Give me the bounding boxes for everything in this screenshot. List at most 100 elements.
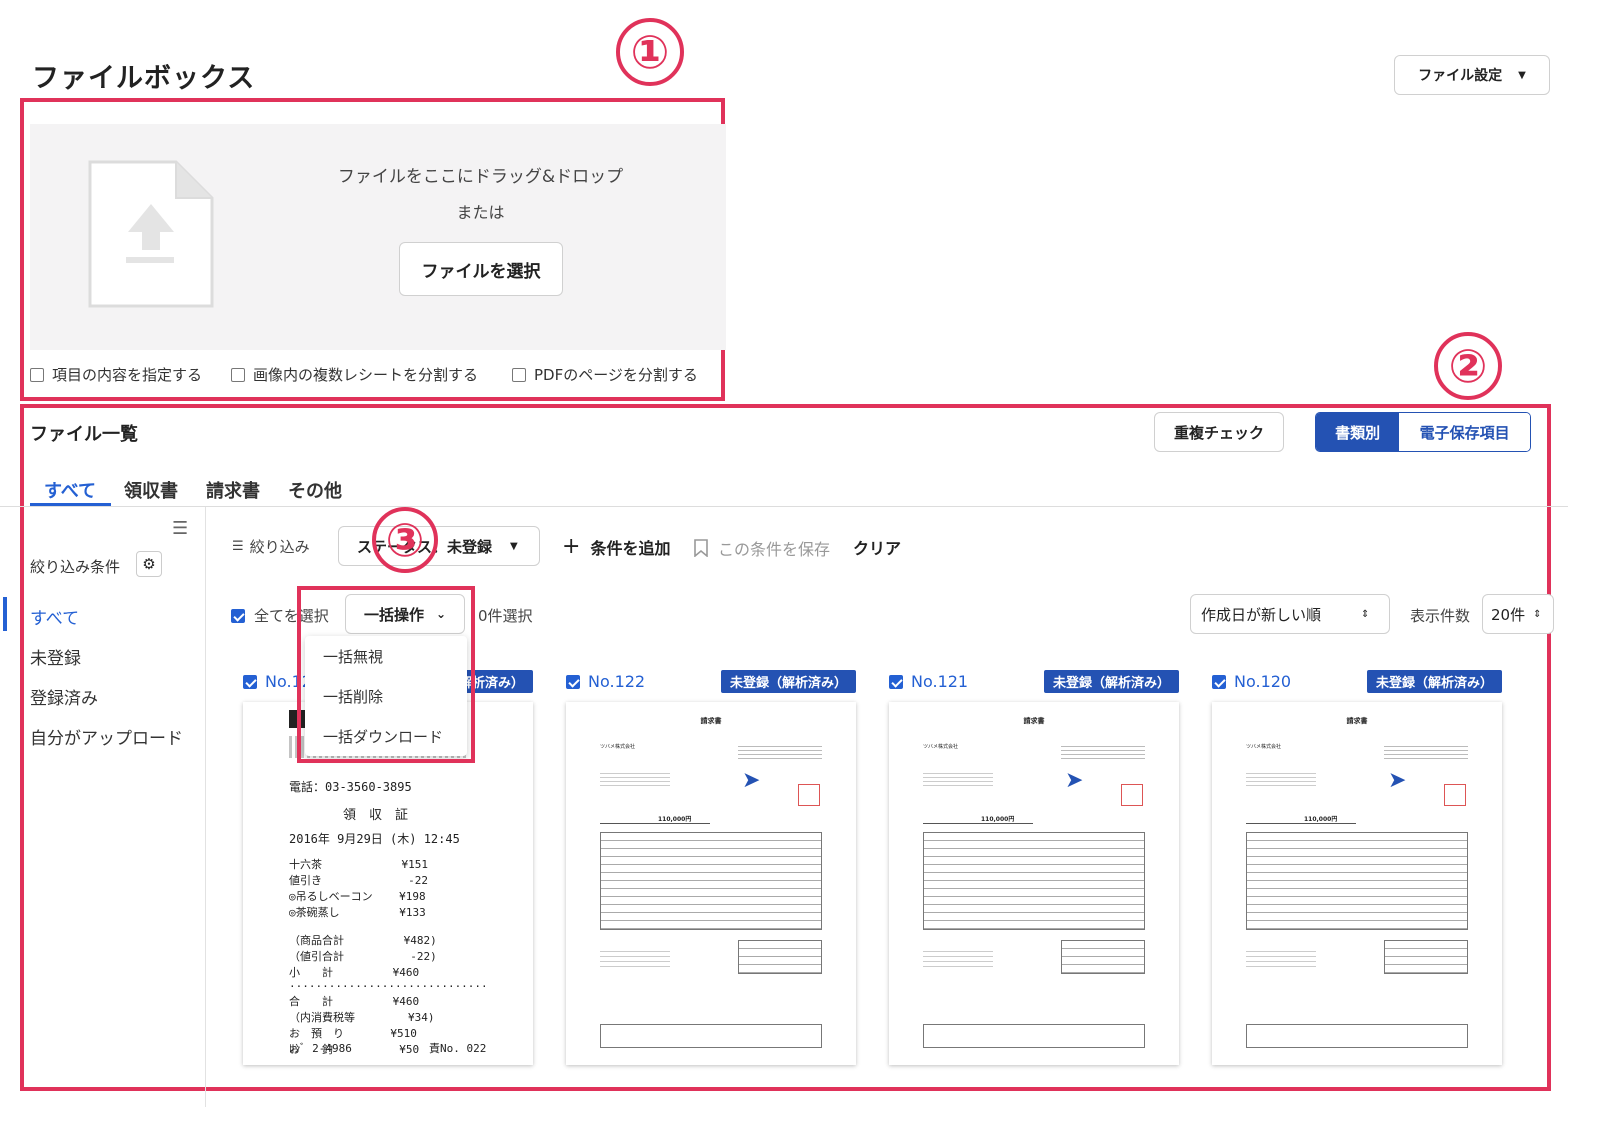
- status-badge: 未登録（解析済み）: [1366, 670, 1502, 693]
- filter-conditions-label: 絞り込み条件: [30, 558, 121, 576]
- select-all-checkbox[interactable]: [231, 608, 245, 623]
- receipt-line: [289, 920, 488, 932]
- sidebar-item-unregistered[interactable]: 未登録: [30, 644, 81, 669]
- per-page-select-label: 20件: [1491, 605, 1526, 624]
- duplicate-check-button[interactable]: 重複チェック: [1154, 412, 1284, 452]
- invoice-table: [600, 832, 822, 930]
- add-condition-button[interactable]: + 条件を追加: [562, 534, 670, 559]
- invoice-amount-line: [600, 823, 710, 824]
- invoice-logo-icon: ➤: [1065, 768, 1084, 793]
- checkbox-split-receipts[interactable]: [231, 367, 245, 382]
- receipt-heading: 領 収 証: [343, 808, 409, 823]
- invoice-title: 請求書: [1023, 717, 1045, 725]
- filter-button[interactable]: ☰ 絞り込み: [232, 536, 310, 557]
- invoice-thumbnail[interactable]: 請求書 ツバメ株式会社 ➤ 110,000円: [889, 702, 1179, 1065]
- receipt-date: 2016年 9月29日 (木) 12:45: [289, 832, 460, 846]
- select-file-button[interactable]: ファイルを選択: [399, 242, 563, 296]
- sidebar-item-my-uploads[interactable]: 自分がアップロード: [30, 724, 183, 749]
- filter-label: 絞り込み: [249, 538, 310, 556]
- invoice-seal: [798, 784, 820, 806]
- page-title: ファイルボックス: [32, 63, 256, 94]
- option-specify-fields-label: 項目の内容を指定する: [52, 366, 203, 384]
- receipt-line: ◎吊るしベーコン ¥198: [289, 890, 426, 903]
- receipt-lines: 十六茶 ¥151 値引き -22 ◎吊るしベーコン ¥198 ◎茶碗蒸し ¥13…: [289, 856, 488, 1057]
- file-settings-button[interactable]: ファイル設定 ▼: [1394, 55, 1550, 95]
- receipt-line: 合 計 ¥460: [289, 995, 420, 1008]
- add-condition-label: 条件を追加: [590, 538, 671, 558]
- invoice-address: [600, 770, 670, 788]
- invoice-bank: [923, 947, 993, 969]
- gear-icon[interactable]: ⚙: [136, 551, 162, 577]
- card-header-2: No.122 未登録（解析済み）: [566, 670, 856, 693]
- tabs-divider: [0, 506, 1568, 507]
- option-specify-fields[interactable]: 項目の内容を指定する: [30, 364, 202, 385]
- sidebar-item-all[interactable]: すべて: [30, 604, 79, 629]
- option-split-receipts[interactable]: 画像内の複数レシートを分割する: [231, 364, 478, 385]
- collapse-sidebar-icon[interactable]: ☰: [172, 518, 188, 539]
- option-split-pdf[interactable]: PDFのページを分割する: [512, 364, 698, 385]
- clear-button[interactable]: クリア: [853, 535, 901, 559]
- invoice-thumbnail[interactable]: 請求書 ツバメ株式会社 ➤ 110,000円: [566, 702, 856, 1065]
- receipt-line: （商品合計 ¥482): [289, 934, 437, 947]
- per-page-select[interactable]: 20件 ⇕: [1482, 594, 1554, 634]
- view-e-storage-button[interactable]: 電子保存項目: [1399, 413, 1530, 451]
- card-header-4: No.120 未登録（解析済み）: [1212, 670, 1502, 693]
- sidebar-divider: [205, 507, 206, 1107]
- tab-receipts[interactable]: 領収書: [124, 477, 178, 503]
- view-by-document-button[interactable]: 書類別: [1316, 413, 1400, 451]
- invoice-meta: [1384, 743, 1468, 761]
- receipt-line: 値引き -22: [289, 874, 428, 887]
- status-badge: 未登録（解析済み）: [1043, 670, 1179, 693]
- card-number[interactable]: No.122: [588, 672, 645, 691]
- receipt-phone: 電話：03-3560-3895: [289, 780, 412, 794]
- tab-other[interactable]: その他: [288, 477, 342, 503]
- card-number[interactable]: No.121: [911, 672, 968, 691]
- status-filter-select[interactable]: ステータス：未登録 ▼: [338, 526, 540, 566]
- sort-select[interactable]: 作成日が新しい順 ⇕: [1190, 594, 1390, 634]
- card-number[interactable]: No.120: [1234, 672, 1291, 691]
- invoice-amount-line: [923, 823, 1033, 824]
- invoice-amount: 110,000円: [981, 816, 1015, 823]
- checkbox-specify-fields[interactable]: [30, 367, 44, 382]
- invoice-meta: [738, 743, 822, 761]
- file-drop-zone[interactable]: ファイルをここにドラッグ&ドロップ または ファイルを選択: [30, 124, 726, 350]
- invoice-bank: [1246, 947, 1316, 969]
- invoice-bank: [600, 947, 670, 969]
- caret-down-icon: ▼: [1518, 69, 1526, 81]
- invoice-table: [1246, 832, 1468, 930]
- or-text: または: [456, 203, 505, 222]
- save-condition-button[interactable]: この条件を保存: [694, 536, 830, 560]
- plus-icon: +: [562, 534, 581, 559]
- invoice-totals: [738, 940, 822, 974]
- card-checkbox[interactable]: [889, 674, 903, 689]
- checkbox-split-pdf[interactable]: [512, 367, 526, 382]
- invoice-amount-line: [1246, 823, 1356, 824]
- invoice-table: [923, 832, 1145, 930]
- file-settings-label: ファイル設定: [1418, 68, 1503, 84]
- option-split-pdf-label: PDFのページを分割する: [534, 366, 698, 384]
- invoice-seal: [1444, 784, 1466, 806]
- annotation-box-3: [297, 586, 475, 763]
- card-checkbox[interactable]: [243, 674, 257, 689]
- invoice-totals: [1061, 940, 1145, 974]
- receipt-line: お 預 り ¥510: [289, 1027, 417, 1040]
- invoice-thumbnail[interactable]: 請求書 ツバメ株式会社 ➤ 110,000円: [1212, 702, 1502, 1065]
- caret-down-icon: ▼: [510, 540, 518, 552]
- status-badge: 未登録（解析済み）: [720, 670, 856, 693]
- file-upload-icon: [88, 160, 214, 308]
- save-condition-label: この条件を保存: [718, 540, 831, 559]
- card-checkbox[interactable]: [566, 674, 580, 689]
- receipt-line: （内消費税等 ¥34): [289, 1011, 435, 1024]
- receipt-line: 十六茶 ¥151: [289, 858, 428, 871]
- invoice-notes: [600, 1024, 822, 1048]
- card-header-3: No.121 未登録（解析済み）: [889, 670, 1179, 693]
- invoice-amount: 110,000円: [1304, 816, 1338, 823]
- tab-invoices[interactable]: 請求書: [206, 477, 260, 503]
- sidebar-item-registered[interactable]: 登録済み: [30, 684, 98, 709]
- tab-all[interactable]: すべて: [44, 477, 96, 503]
- receipt-staff-no: 責No. 022: [429, 1042, 487, 1055]
- select-arrows-icon: ⇕: [1361, 608, 1370, 620]
- invoice-seal: [1121, 784, 1143, 806]
- card-checkbox[interactable]: [1212, 674, 1226, 689]
- invoice-title: 請求書: [700, 717, 722, 725]
